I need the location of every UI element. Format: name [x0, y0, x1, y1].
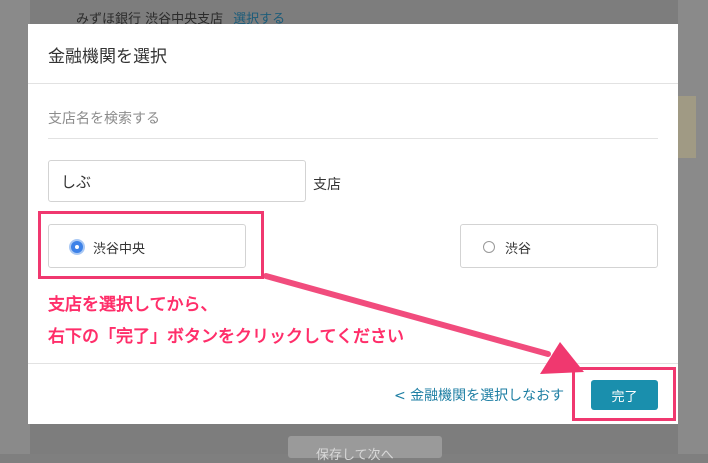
background-save-button: 保存して次へ — [288, 436, 442, 463]
annotation-text-line2: 右下の「完了」ボタンをクリックしてください — [48, 327, 404, 347]
modal-title: 金融機関を選択 — [48, 47, 167, 67]
footer-divider — [28, 363, 678, 364]
highlight-box-done — [572, 367, 676, 421]
reselect-bank-link[interactable]: < 金融機関を選択しなおす — [394, 385, 564, 405]
background-side-block — [678, 96, 696, 158]
modal-header: 金融機関を選択 — [28, 24, 678, 84]
branch-option-shibuya[interactable]: 渋谷 — [460, 224, 658, 268]
branch-search-label: 支店名を検索する — [48, 111, 160, 127]
annotation-text-line1: 支店を選択してから、 — [48, 295, 218, 315]
radio-unchecked-icon[interactable] — [483, 241, 495, 253]
section-divider — [48, 138, 658, 139]
branch-search-input[interactable] — [48, 160, 306, 202]
branch-option-label: 渋谷 — [505, 242, 532, 257]
branch-suffix-label: 支店 — [313, 177, 341, 193]
highlight-box-option — [38, 211, 264, 279]
